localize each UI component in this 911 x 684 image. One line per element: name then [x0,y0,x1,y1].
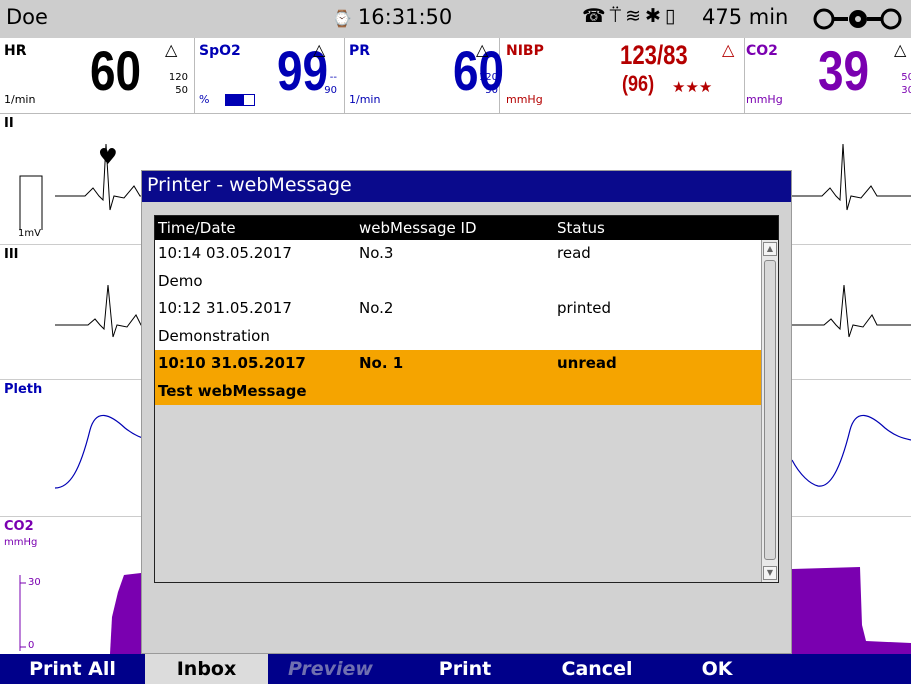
preview-tab[interactable]: Preview [268,654,393,684]
wifi-icon: ≋ [625,5,645,27]
message-text-row-2[interactable]: Demonstration [155,322,761,350]
status-bar: Doe ⌚ 16:31:50 ☎⍡≋✱▯ 475 min [0,0,911,38]
print-all-button[interactable]: Print All [0,654,145,684]
nibp-mean: (96) [622,71,655,96]
spo2-unit: % [199,93,210,106]
scroll-down-icon[interactable]: ▼ [763,566,777,580]
message-row-3[interactable]: 10:14 03.05.2017 No.3 read [155,240,761,268]
battery-runtime: 475 min [702,5,789,29]
co2-limits: 50 30 [901,72,911,96]
pr-label: PR [349,43,371,59]
svg-text:♥: ♥ [98,145,118,170]
hr-label: HR [4,43,27,59]
connection-icon [813,8,902,30]
alarm-bell-icon: △ [894,40,907,59]
message-text-row-1-selected[interactable]: Test webMessage [155,377,761,405]
co2-tick-low: 0 [28,640,35,651]
message-table: Time/Date webMessage ID Status 10:14 03.… [154,215,779,583]
alarm-bell-icon: △ [476,40,489,59]
scroll-thumb[interactable] [764,260,776,560]
message-status: read [557,244,591,262]
hr-limits: 120 50 [168,72,188,96]
message-time-date: 10:12 31.05.2017 [158,299,292,317]
alarm-bell-icon: △ [722,40,735,59]
message-text: Demo [158,271,203,290]
status-icons: ☎⍡≋✱▯ [582,5,679,27]
alarm-bell-icon: △ [165,40,178,59]
battery-icon: ▯ [664,5,680,27]
ecg-scale-label: 1mV [18,228,41,239]
nibp-quality-stars: ★★★ [672,78,713,96]
scrollbar[interactable]: ▲ ▼ [761,240,778,582]
message-row-2[interactable]: 10:12 31.05.2017 No.2 printed [155,295,761,323]
message-list: 10:14 03.05.2017 No.3 read Demo 10:12 31… [155,240,761,405]
hr-unit: 1/min [4,93,36,106]
dialog-title: Printer - webMessage [142,171,791,202]
alarm-bell-icon: △ [313,40,326,59]
message-id: No.3 [359,244,394,262]
softkey-bar: Print All Inbox Preview Print Cancel OK [0,654,911,684]
time-display: 16:31:50 [357,5,453,29]
column-message-id: webMessage ID [359,219,477,237]
message-status: unread [557,354,617,372]
phone-icon: ☎ [582,5,610,27]
pr-limits: 120 50 [478,72,498,96]
ok-button[interactable]: OK [657,654,777,684]
message-text: Demonstration [158,326,270,345]
scroll-up-icon[interactable]: ▲ [763,242,777,256]
bluetooth-icon: ✱ [645,5,665,27]
message-text: Test webMessage [158,381,307,400]
inbox-tab[interactable]: Inbox [145,654,268,684]
message-status: printed [557,299,611,317]
co2-label: CO2 [746,43,778,59]
co2-tile[interactable]: CO2 mmHg 39 △ 50 30 [742,38,911,114]
column-status: Status [557,219,605,237]
nibp-value: 123/83 [620,40,688,70]
nibp-tile[interactable]: △ 120 50 NIBP mmHg 123/83 (96) ★★★ △ [476,38,745,114]
message-time-date: 10:10 31.05.2017 [158,354,306,372]
co2-value: 39 [818,39,870,102]
message-id: No. 1 [359,354,404,372]
hr-value: 60 [90,39,142,102]
column-time-date: Time/Date [158,219,236,237]
patient-name[interactable]: Doe [6,5,48,29]
message-id: No.2 [359,299,394,317]
clock: ⌚ 16:31:50 [332,5,452,29]
message-row-1-selected[interactable]: 10:10 31.05.2017 No. 1 unread [155,350,761,378]
antenna-icon: ⍡ [609,5,626,27]
webmessage-dialog: Printer - webMessage Time/Date webMessag… [141,170,792,654]
co2-tick-high: 30 [28,577,41,588]
spo2-signal-bar [225,94,255,106]
spo2-tile[interactable]: SpO2 % 99 △ -- 90 [195,38,345,114]
nibp-label: NIBP [506,43,544,59]
pr-unit: 1/min [349,93,381,106]
co2-unit: mmHg [746,93,783,106]
parameter-row: HR 1/min 60 △ 120 50 SpO2 % 99 △ -- 90 PR … [0,38,911,114]
hr-tile[interactable]: HR 1/min 60 △ 120 50 [0,38,195,114]
spo2-limits: -- 90 [324,72,337,96]
table-header: Time/Date webMessage ID Status [155,216,778,240]
clock-icon: ⌚ [332,9,352,28]
spo2-label: SpO2 [199,43,241,59]
cancel-button[interactable]: Cancel [537,654,657,684]
message-text-row-3[interactable]: Demo [155,267,761,295]
message-time-date: 10:14 03.05.2017 [158,244,292,262]
print-button[interactable]: Print [393,654,537,684]
nibp-unit: mmHg [506,93,543,106]
